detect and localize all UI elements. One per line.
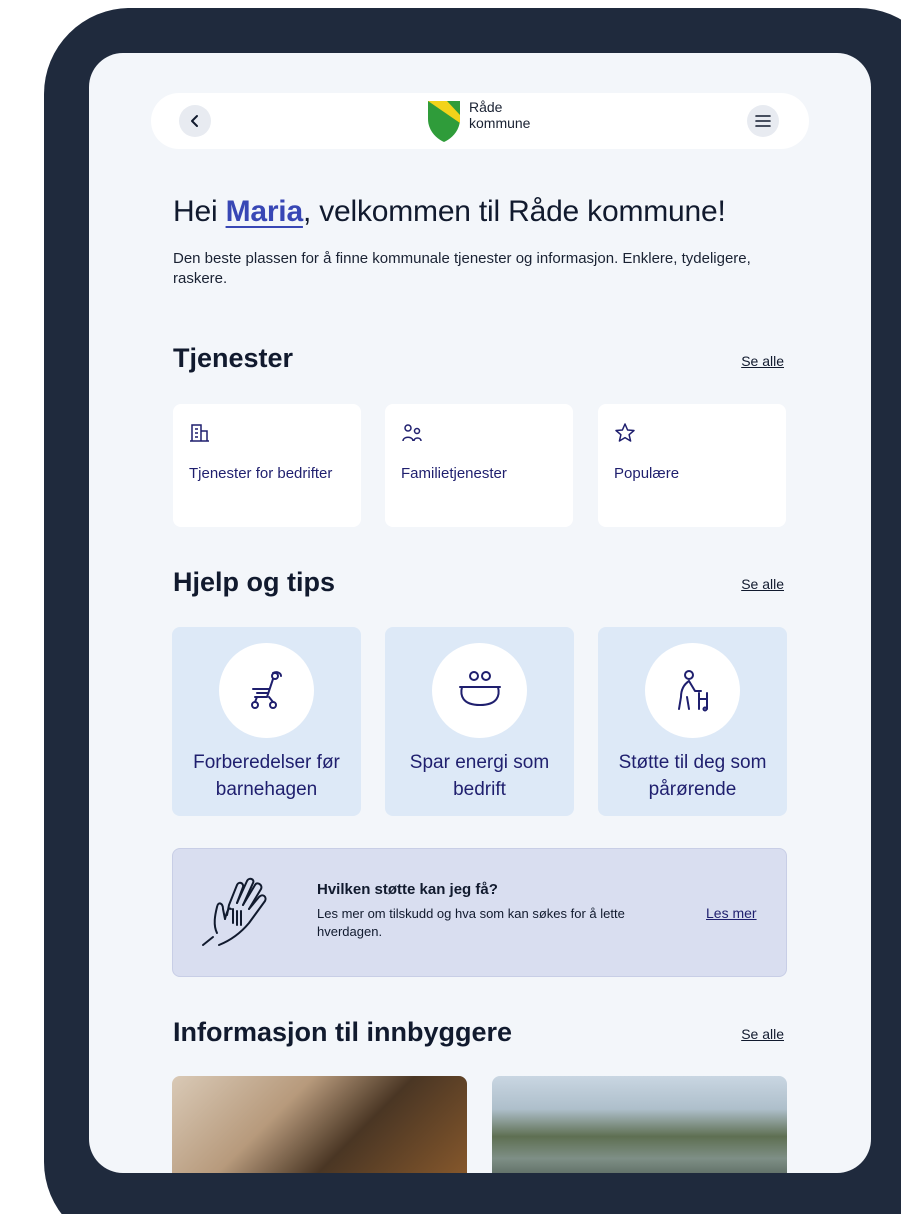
money-bag-icon xyxy=(458,670,501,706)
help-card-label: Forberedelser før barnehagen xyxy=(193,752,340,800)
services-heading: Tjenester xyxy=(173,343,294,373)
top-navigation-bar: Råde kommune xyxy=(151,93,809,149)
page-description: Den beste plassen for å finne kommunale … xyxy=(173,250,751,287)
menu-button[interactable] xyxy=(747,105,779,137)
greeting-prefix: Hei xyxy=(173,195,226,228)
banner-text: Les mer om tilskudd og hva som kan søkes… xyxy=(317,906,625,939)
help-card-label: Spar energi som bedrift xyxy=(409,752,550,800)
service-label: Tjenester for bedrifter xyxy=(189,465,333,482)
app-screen: Råde kommune Hei Maria, velkommen til Rå… xyxy=(89,53,871,1173)
service-card-family[interactable]: Familietjenester xyxy=(385,404,573,527)
back-button[interactable] xyxy=(179,105,211,137)
building-icon xyxy=(190,424,209,442)
help-card-energy[interactable]: Spar energi som bedrift xyxy=(385,627,574,816)
page-title: Hei Maria, velkommen til Råde kommune! xyxy=(173,195,726,229)
info-heading: Informasjon til innbyggere xyxy=(173,1017,513,1047)
helping-hands-icon xyxy=(202,877,267,946)
help-card-label: Støtte til deg som pårørende xyxy=(618,752,767,800)
service-label: Familietjenester xyxy=(401,465,507,482)
coat-of-arms-icon xyxy=(428,101,460,142)
help-card-kindergarten[interactable]: Forberedelser før barnehagen xyxy=(172,627,361,816)
chevron-left-icon xyxy=(191,115,198,127)
banner-read-more-link[interactable]: Les mer xyxy=(706,905,757,921)
stroller-icon xyxy=(250,670,282,709)
service-card-business[interactable]: Tjenester for bedrifter xyxy=(173,404,361,527)
user-name-link[interactable]: Maria xyxy=(226,195,304,228)
banner-title: Hvilken støtte kan jeg få? xyxy=(317,881,498,898)
logo-line-1: Råde xyxy=(469,99,503,115)
info-photo-harbour[interactable] xyxy=(492,1076,787,1173)
service-label: Populære xyxy=(614,465,680,482)
help-card-icon-circle xyxy=(432,643,527,738)
help-card-icon-circle xyxy=(219,643,314,738)
greeting-suffix: , velkommen til Råde kommune! xyxy=(302,195,726,228)
municipality-logo[interactable]: Råde kommune xyxy=(427,99,530,143)
elderly-walker-icon xyxy=(677,669,708,711)
hamburger-menu-icon xyxy=(755,115,771,127)
people-icon xyxy=(402,424,422,442)
info-photo-voting[interactable] xyxy=(172,1076,467,1173)
service-card-popular[interactable]: Populære xyxy=(598,404,786,527)
help-card-icon-circle xyxy=(645,643,740,738)
support-banner: Hvilken støtte kan jeg få? Les mer om ti… xyxy=(172,848,787,977)
help-see-all-link[interactable]: Se alle xyxy=(741,576,784,592)
help-heading: Hjelp og tips xyxy=(173,567,335,597)
info-see-all-link[interactable]: Se alle xyxy=(741,1026,784,1042)
help-card-caregiver[interactable]: Støtte til deg som pårørende xyxy=(598,627,787,816)
logo-line-2: kommune xyxy=(469,115,531,131)
services-see-all-link[interactable]: Se alle xyxy=(741,353,784,369)
star-icon xyxy=(615,423,635,442)
